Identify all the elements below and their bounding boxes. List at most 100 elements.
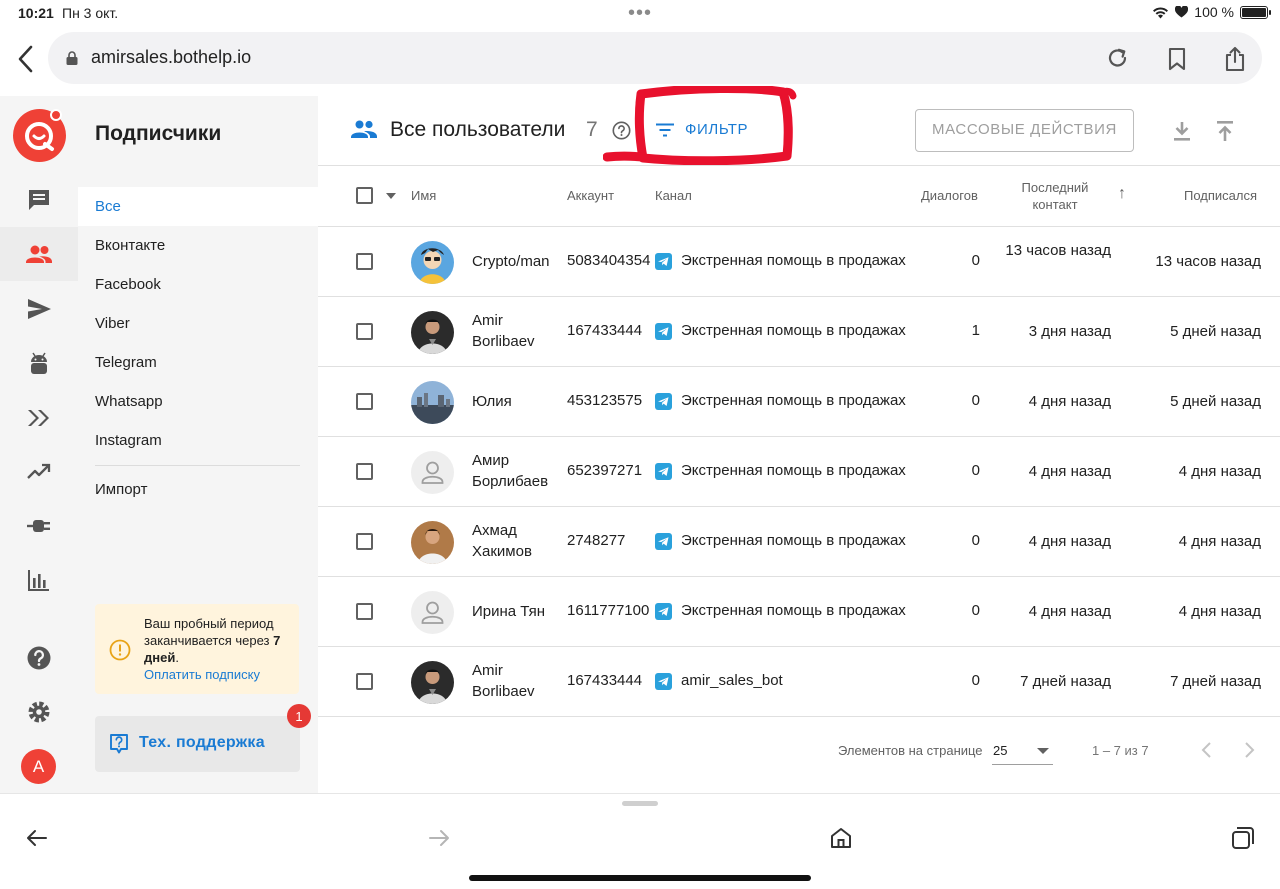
info-icon [109, 639, 131, 661]
tabs-icon[interactable] [1231, 826, 1255, 850]
row-account: 2748277 [567, 532, 626, 549]
avatar-placeholder-icon [411, 591, 454, 634]
back-arrow-icon[interactable] [25, 826, 49, 850]
column-last-contact-line1: Последний [1021, 180, 1089, 195]
column-name[interactable]: Имя [411, 188, 436, 203]
pay-subscription-link[interactable]: Оплатить подписку [144, 667, 260, 682]
users-icon[interactable] [25, 240, 53, 268]
back-chevron-icon[interactable] [14, 44, 38, 74]
row-channel: Экстренная помощь в продажах [681, 602, 906, 619]
battery-icon [1240, 5, 1271, 19]
prev-page-icon[interactable] [1198, 740, 1216, 760]
row-account: 167433444 [567, 672, 643, 689]
telegram-icon [655, 393, 672, 410]
row-subscribed: 13 часов назад [1155, 253, 1261, 270]
home-indicator[interactable] [469, 875, 811, 881]
browser-bottom-toolbar [0, 793, 1280, 889]
table-row[interactable]: Ирина Тян 1611777100 Экстренная помощь в… [318, 577, 1280, 647]
subnav-item-instagram[interactable]: Instagram [78, 421, 318, 460]
row-dialogs: 0 [971, 532, 980, 549]
row-subscribed: 4 дня назад [1178, 603, 1261, 620]
row-checkbox[interactable] [356, 463, 373, 480]
subnav-item-vkontakte[interactable]: Вконтакте [78, 226, 318, 265]
table-row[interactable]: Amir Borlibaev 167433444 Экстренная помо… [318, 297, 1280, 367]
subnav-item-whatsapp[interactable]: Whatsapp [78, 382, 318, 421]
table-row[interactable]: Crypto/man 5083404354 Экстренная помощь … [318, 227, 1280, 297]
row-subscribed: 4 дня назад [1178, 463, 1261, 480]
android-icon[interactable] [25, 350, 53, 378]
row-checkbox[interactable] [356, 393, 373, 410]
table-row[interactable]: Юлия 453123575 Экстренная помощь в прода… [318, 367, 1280, 437]
subnav-item-all[interactable]: Все [78, 187, 318, 226]
row-name[interactable]: Amir Borlibaev [472, 310, 564, 352]
telegram-icon [655, 603, 672, 620]
avatar-cartoon [411, 241, 454, 284]
subnav-item-facebook[interactable]: Facebook [78, 265, 318, 304]
trial-banner: Ваш пробный период заканчивается через 7… [95, 604, 299, 694]
row-checkbox[interactable] [356, 603, 373, 620]
row-checkbox[interactable] [356, 673, 373, 690]
sort-arrow-icon[interactable]: ↑ [1118, 185, 1126, 203]
bar-chart-icon[interactable] [25, 566, 53, 594]
plug-icon[interactable] [25, 512, 53, 540]
per-page-value: 25 [993, 743, 1008, 758]
table-row[interactable]: Амир Борлибаев 652397271 Экстренная помо… [318, 437, 1280, 507]
row-name[interactable]: Crypto/man [472, 251, 564, 272]
per-page-select[interactable]: 25 [992, 737, 1053, 765]
bookmark-icon[interactable] [1164, 46, 1190, 72]
row-checkbox[interactable] [356, 323, 373, 340]
home-icon[interactable] [829, 826, 853, 850]
select-menu-caret-icon[interactable] [386, 193, 396, 199]
sheet-grabber[interactable] [622, 801, 658, 806]
heart-icon [1175, 6, 1189, 18]
subnav-item-import[interactable]: Импорт [78, 470, 318, 509]
app-rail: A [0, 96, 78, 793]
mass-actions-button[interactable]: МАССОВЫЕ ДЕЙСТВИЯ [915, 109, 1134, 152]
send-icon[interactable] [25, 295, 53, 323]
row-name[interactable]: Amir Borlibaev [472, 660, 564, 702]
row-name[interactable]: Амир Борлибаев [472, 450, 564, 492]
column-dialogs[interactable]: Диалогов [921, 188, 978, 203]
row-last-contact: 13 часов назад [1005, 242, 1111, 259]
gear-icon[interactable] [25, 698, 53, 726]
row-subscribed: 5 дней назад [1170, 323, 1261, 340]
chat-icon[interactable] [25, 186, 53, 214]
select-all-checkbox[interactable] [356, 187, 373, 204]
trending-icon[interactable] [25, 458, 53, 486]
share-icon[interactable] [1222, 46, 1248, 72]
upload-icon[interactable] [1215, 120, 1235, 142]
row-name[interactable]: Ахмад Хакимов [472, 520, 564, 562]
subnav-item-telegram[interactable]: Telegram [78, 343, 318, 382]
chevrons-icon[interactable] [25, 404, 53, 432]
reload-icon[interactable] [1105, 46, 1131, 72]
row-checkbox[interactable] [356, 533, 373, 550]
subnav-item-viber[interactable]: Viber [78, 304, 318, 343]
next-page-icon[interactable] [1240, 740, 1258, 760]
user-avatar[interactable]: A [21, 749, 56, 784]
url-text: amirsales.bothelp.io [91, 47, 252, 67]
row-checkbox[interactable] [356, 253, 373, 270]
tech-support-button[interactable]: Тех. поддержка [95, 716, 300, 772]
status-date: Пн 3 окт. [62, 5, 119, 21]
table-row[interactable]: Ахмад Хакимов 2748277 Экстренная помощь … [318, 507, 1280, 577]
row-account: 652397271 [567, 462, 643, 479]
multitasking-dots-icon[interactable]: ••• [628, 2, 652, 25]
telegram-icon [655, 673, 672, 690]
forward-arrow-icon[interactable] [427, 826, 451, 850]
trial-period-dot: . [175, 650, 179, 665]
row-dialogs: 0 [971, 672, 980, 689]
support-notification-badge: 1 [287, 704, 311, 728]
logo-notification-dot [50, 109, 62, 121]
download-icon[interactable] [1172, 120, 1192, 142]
help-icon[interactable] [25, 644, 53, 672]
column-subscribed[interactable]: Подписался [1184, 188, 1257, 203]
row-name[interactable]: Ирина Тян [472, 601, 564, 622]
column-account[interactable]: Аккаунт [567, 188, 614, 203]
address-bar[interactable]: amirsales.bothelp.io [48, 32, 1262, 84]
row-subscribed: 4 дня назад [1178, 533, 1261, 550]
column-last-contact[interactable]: Последний контакт [1008, 179, 1102, 213]
column-channel[interactable]: Канал [655, 188, 692, 203]
table-row[interactable]: Amir Borlibaev 167433444 amir_sales_bot … [318, 647, 1280, 717]
row-name[interactable]: Юлия [472, 391, 564, 412]
lock-icon [66, 51, 78, 65]
